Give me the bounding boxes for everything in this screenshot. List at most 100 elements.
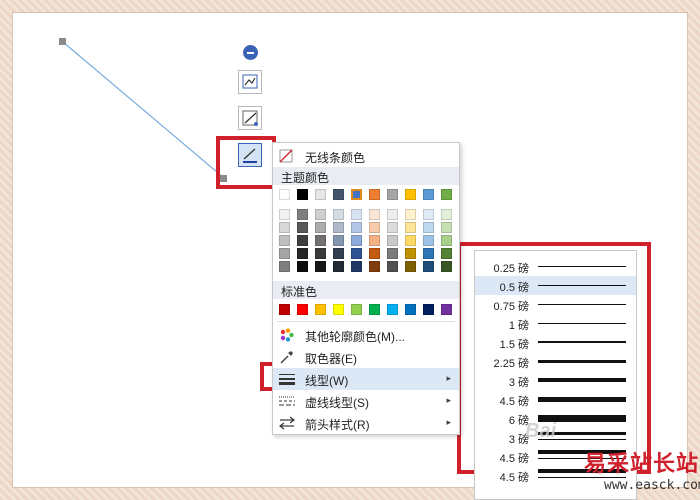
color-swatch[interactable] bbox=[423, 209, 434, 220]
color-swatch[interactable] bbox=[369, 304, 380, 315]
color-swatch[interactable] bbox=[297, 222, 308, 233]
color-swatch[interactable] bbox=[315, 261, 326, 272]
color-swatch[interactable] bbox=[351, 209, 362, 220]
color-swatch[interactable] bbox=[423, 189, 434, 200]
color-swatch[interactable] bbox=[333, 209, 344, 220]
color-swatch[interactable] bbox=[297, 189, 308, 200]
line-weight-option[interactable]: 1 磅 bbox=[475, 314, 636, 333]
line-weight-option[interactable]: 0.25 磅 bbox=[475, 257, 636, 276]
color-swatch[interactable] bbox=[297, 261, 308, 272]
arrow-style-label: 箭头样式(R) bbox=[305, 418, 370, 432]
color-swatch[interactable] bbox=[405, 189, 416, 200]
color-swatch[interactable] bbox=[297, 248, 308, 259]
more-colors-item[interactable]: 其他轮廓颜色(M)... bbox=[273, 324, 459, 346]
color-swatch[interactable] bbox=[297, 304, 308, 315]
color-swatch[interactable] bbox=[369, 189, 380, 200]
color-swatch[interactable] bbox=[423, 222, 434, 233]
line-weight-option[interactable]: 3 磅 bbox=[475, 371, 636, 390]
color-swatch[interactable] bbox=[279, 248, 290, 259]
baidu-watermark: Bai bbox=[525, 420, 557, 442]
line-weight-option[interactable]: 4.5 磅 bbox=[475, 390, 636, 409]
collapse-toolbar-button[interactable] bbox=[243, 45, 258, 60]
dash-type-item[interactable]: 虚线线型(S) ▸ bbox=[273, 390, 459, 412]
color-swatch[interactable] bbox=[351, 222, 362, 233]
color-swatch[interactable] bbox=[405, 235, 416, 246]
color-swatch[interactable] bbox=[333, 222, 344, 233]
color-swatch[interactable] bbox=[279, 222, 290, 233]
color-swatch[interactable] bbox=[279, 304, 290, 315]
color-swatch[interactable] bbox=[333, 304, 344, 315]
color-swatch[interactable] bbox=[333, 235, 344, 246]
color-swatch[interactable] bbox=[441, 235, 452, 246]
eyedropper-item[interactable]: 取色器(E) bbox=[273, 346, 459, 368]
color-swatch[interactable] bbox=[369, 235, 380, 246]
color-swatch[interactable] bbox=[405, 304, 416, 315]
color-swatch[interactable] bbox=[387, 261, 398, 272]
color-swatch[interactable] bbox=[351, 189, 362, 200]
line-weight-label: 3 磅 bbox=[508, 377, 529, 389]
color-swatch[interactable] bbox=[333, 248, 344, 259]
line-weight-option[interactable]: 2.25 磅 bbox=[475, 352, 636, 371]
color-swatch[interactable] bbox=[279, 235, 290, 246]
theme-colors-label: 主题颜色 bbox=[281, 171, 330, 185]
color-swatch[interactable] bbox=[387, 222, 398, 233]
color-swatch[interactable] bbox=[387, 235, 398, 246]
color-swatch[interactable] bbox=[369, 261, 380, 272]
color-swatch[interactable] bbox=[333, 261, 344, 272]
color-swatch[interactable] bbox=[297, 209, 308, 220]
color-swatch[interactable] bbox=[441, 222, 452, 233]
line-weight-option[interactable]: 0.75 磅 bbox=[475, 295, 636, 314]
edit-shape-button[interactable] bbox=[238, 106, 262, 130]
color-swatch[interactable] bbox=[441, 209, 452, 220]
color-swatch[interactable] bbox=[333, 189, 344, 200]
color-swatch[interactable] bbox=[441, 189, 452, 200]
color-swatch[interactable] bbox=[369, 209, 380, 220]
shape-style-button[interactable] bbox=[238, 70, 262, 94]
color-swatch[interactable] bbox=[315, 189, 326, 200]
line-weight-sample bbox=[538, 397, 626, 402]
color-swatch[interactable] bbox=[351, 261, 362, 272]
color-swatch[interactable] bbox=[405, 261, 416, 272]
color-swatch[interactable] bbox=[297, 235, 308, 246]
color-swatch[interactable] bbox=[279, 261, 290, 272]
no-line-color-item[interactable]: 无线条颜色 bbox=[273, 145, 459, 167]
line-weight-option[interactable]: 0.5 磅 bbox=[475, 276, 636, 295]
color-swatch[interactable] bbox=[369, 248, 380, 259]
color-swatch[interactable] bbox=[351, 235, 362, 246]
line-weight-sample bbox=[538, 323, 626, 324]
color-swatch[interactable] bbox=[315, 235, 326, 246]
line-start-handle[interactable] bbox=[59, 38, 66, 45]
color-swatch[interactable] bbox=[387, 189, 398, 200]
arrow-style-item[interactable]: 箭头样式(R) ▸ bbox=[273, 412, 459, 434]
line-type-item[interactable]: 线型(W) ▸ bbox=[273, 368, 459, 390]
color-swatch[interactable] bbox=[405, 209, 416, 220]
shape-style-icon bbox=[242, 74, 258, 89]
dash-type-label: 虚线线型(S) bbox=[305, 396, 369, 410]
color-swatch[interactable] bbox=[441, 248, 452, 259]
color-swatch[interactable] bbox=[315, 248, 326, 259]
color-swatch[interactable] bbox=[441, 261, 452, 272]
color-swatch[interactable] bbox=[351, 304, 362, 315]
color-swatch[interactable] bbox=[315, 209, 326, 220]
color-swatch[interactable] bbox=[405, 222, 416, 233]
outline-dropdown-menu: 无线条颜色 主题颜色 标准色 其他轮廓颜色(M)... 取色器(E) 线型(W) bbox=[272, 142, 460, 435]
color-swatch[interactable] bbox=[279, 189, 290, 200]
color-swatch[interactable] bbox=[387, 248, 398, 259]
no-color-icon bbox=[279, 149, 293, 163]
color-swatch[interactable] bbox=[423, 235, 434, 246]
color-swatch[interactable] bbox=[315, 222, 326, 233]
line-weight-sample bbox=[538, 341, 626, 343]
line-weight-option[interactable]: 1.5 磅 bbox=[475, 333, 636, 352]
color-swatch[interactable] bbox=[405, 248, 416, 259]
color-swatch[interactable] bbox=[279, 209, 290, 220]
color-swatch[interactable] bbox=[423, 261, 434, 272]
color-swatch[interactable] bbox=[387, 304, 398, 315]
color-swatch[interactable] bbox=[315, 304, 326, 315]
standard-colors-label: 标准色 bbox=[281, 285, 318, 299]
color-swatch[interactable] bbox=[423, 248, 434, 259]
color-swatch[interactable] bbox=[387, 209, 398, 220]
color-swatch[interactable] bbox=[351, 248, 362, 259]
color-swatch[interactable] bbox=[369, 222, 380, 233]
color-swatch[interactable] bbox=[423, 304, 434, 315]
color-swatch[interactable] bbox=[441, 304, 452, 315]
